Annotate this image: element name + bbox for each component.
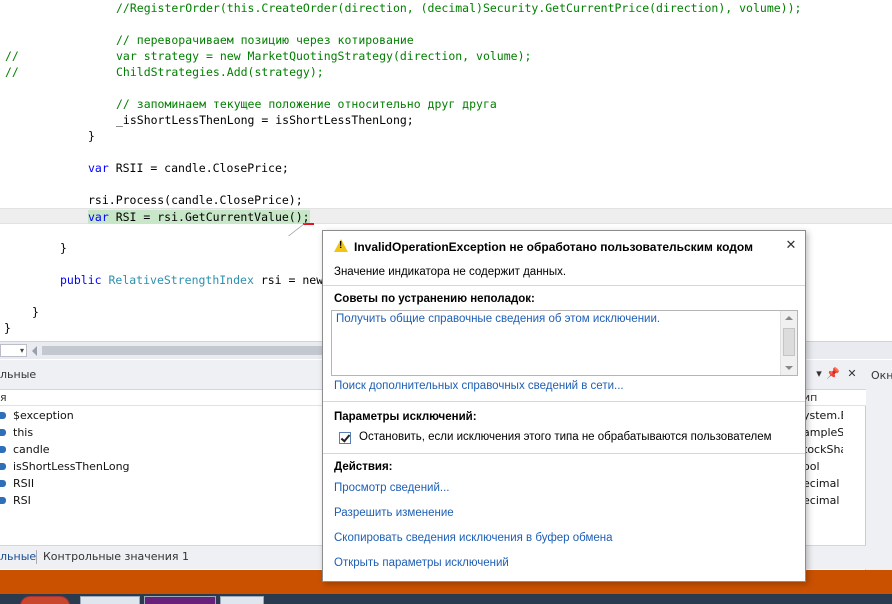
- code-token: }: [4, 321, 11, 335]
- tab-separator: [36, 550, 37, 564]
- variable-icon: [0, 429, 6, 436]
- code-token: rsi = new: [253, 273, 324, 287]
- variable-name: isShortLessThenLong: [13, 460, 130, 473]
- variable-name: candle: [13, 443, 50, 456]
- taskbar-visual-studio-icon[interactable]: [144, 596, 216, 604]
- variable-name: $exception: [13, 409, 74, 422]
- taskbar-app-icon[interactable]: [220, 596, 264, 604]
- current-code-line[interactable]: var RSI = rsi.GetCurrentValue();: [0, 208, 892, 224]
- enable-editing-link[interactable]: Разрешить изменение: [334, 507, 454, 519]
- code-token: public: [60, 273, 102, 287]
- variable-icon: [0, 463, 6, 470]
- scroll-thumb[interactable]: [42, 346, 322, 355]
- zoom-dropdown[interactable]: ▾: [0, 344, 27, 357]
- scroll-thumb[interactable]: [783, 328, 795, 356]
- code-text: }: [4, 320, 11, 336]
- code-token: // переворачиваем позицию через котирова…: [116, 33, 414, 47]
- code-token: ChildStrategies.Add(strategy);: [116, 65, 324, 79]
- code-text: var RSII = candle.ClosePrice;: [88, 160, 289, 176]
- comment-marker: //: [5, 49, 19, 63]
- code-text: _isShortLessThenLong = isShortLessThenLo…: [116, 112, 414, 128]
- right-tool-window-label[interactable]: Окн: [871, 369, 892, 382]
- copy-exception-link[interactable]: Скопировать сведения исключения в буфер …: [334, 532, 613, 544]
- scroll-left-arrow-icon[interactable]: [32, 346, 37, 356]
- tip-link[interactable]: Получить общие справочные сведения об эт…: [336, 313, 660, 325]
- dropdown-arrow-icon[interactable]: ▾: [812, 367, 826, 380]
- variable-name: RSI: [13, 494, 31, 507]
- code-text: public RelativeStrengthIndex rsi = new: [60, 272, 323, 288]
- close-popup-button[interactable]: ✕: [783, 237, 799, 253]
- code-text: }: [88, 128, 95, 144]
- tips-scrollbar[interactable]: [780, 311, 797, 375]
- checkbox-label[interactable]: Остановить, если исключения этого типа н…: [359, 431, 772, 443]
- tab-locals[interactable]: льные: [0, 550, 36, 563]
- popup-title: InvalidOperationException не обработано …: [354, 240, 753, 254]
- code-token: rsi.Process(candle.ClosePrice);: [88, 193, 303, 207]
- actions-heading: Действия:: [334, 461, 393, 473]
- divider: [323, 453, 805, 454]
- tips-heading: Советы по устранению неполадок:: [334, 293, 535, 305]
- code-token: var: [88, 161, 109, 175]
- pin-icon[interactable]: 📌: [826, 367, 840, 380]
- params-heading: Параметры исключений:: [334, 411, 477, 423]
- divider: [323, 285, 805, 286]
- variable-icon: [0, 446, 6, 453]
- variable-type: tockSha: [803, 443, 843, 456]
- code-text: var strategy = new MarketQuotingStrategy…: [116, 48, 531, 64]
- variable-type: ecimal: [803, 494, 840, 507]
- code-token: var strategy = new MarketQuotingStrategy…: [116, 49, 532, 63]
- variable-icon: [0, 412, 6, 419]
- tips-list[interactable]: Получить общие справочные сведения об эт…: [331, 310, 798, 376]
- code-token: var: [88, 210, 109, 224]
- popup-header: InvalidOperationException не обработано …: [323, 231, 805, 261]
- code-token: }: [60, 241, 67, 255]
- code-token: }: [88, 129, 95, 143]
- code-token: // запоминаем текущее положение относите…: [116, 97, 497, 111]
- code-text: }: [32, 304, 39, 320]
- variable-icon: [0, 497, 6, 504]
- code-text: ChildStrategies.Add(strategy);: [116, 64, 324, 80]
- variable-icon: [0, 480, 6, 487]
- right-tool-window: Окн: [866, 360, 892, 570]
- code-token: RSII = candle.ClosePrice;: [108, 161, 289, 175]
- variable-type: ecimal: [803, 477, 840, 490]
- code-text: rsi.Process(candle.ClosePrice);: [88, 192, 303, 208]
- search-online-link[interactable]: Поиск дополнительных справочных сведений…: [334, 380, 624, 392]
- code-token: }: [32, 305, 39, 319]
- exception-message: Значение индикатора не содержит данных.: [334, 266, 567, 278]
- open-exception-settings-link[interactable]: Открыть параметры исключений: [334, 557, 509, 569]
- variable-name: this: [13, 426, 34, 439]
- code-text: }: [60, 240, 67, 256]
- code-text: // запоминаем текущее положение относите…: [116, 96, 497, 112]
- variable-type: ool: [803, 460, 820, 473]
- view-details-link[interactable]: Просмотр сведений...: [334, 482, 449, 494]
- code-text: // переворачиваем позицию через котирова…: [116, 32, 414, 48]
- scroll-down-icon[interactable]: [785, 366, 793, 370]
- variable-name: RSII: [13, 477, 35, 490]
- code-token: _isShortLessThenLong = isShortLessThenLo…: [116, 113, 414, 127]
- code-token: RSI = rsi.GetCurrentValue();: [108, 210, 310, 224]
- scroll-up-icon[interactable]: [785, 316, 793, 320]
- code-token: //RegisterOrder(this.CreateOrder(directi…: [116, 1, 802, 15]
- taskbar-app-icon[interactable]: [80, 596, 140, 604]
- taskbar-app-icon[interactable]: [20, 596, 70, 604]
- variable-type: ystem.E: [803, 409, 843, 422]
- comment-marker: //: [5, 65, 19, 79]
- locals-title: льные: [0, 368, 37, 381]
- variable-type: ampleS: [803, 426, 843, 439]
- code-text: //RegisterOrder(this.CreateOrder(directi…: [116, 0, 801, 16]
- code-token: RelativeStrengthIndex: [108, 273, 254, 287]
- divider: [323, 401, 805, 402]
- code-text: var RSI = rsi.GetCurrentValue();: [88, 209, 310, 225]
- column-name-header[interactable]: я: [0, 390, 7, 406]
- close-pane-button[interactable]: ✕: [845, 367, 859, 380]
- break-on-exception-checkbox[interactable]: [339, 432, 351, 444]
- tab-watch-1[interactable]: Контрольные значения 1: [43, 550, 189, 563]
- exception-assistant-popup: InvalidOperationException не обработано …: [322, 230, 806, 582]
- warning-icon: [334, 239, 348, 252]
